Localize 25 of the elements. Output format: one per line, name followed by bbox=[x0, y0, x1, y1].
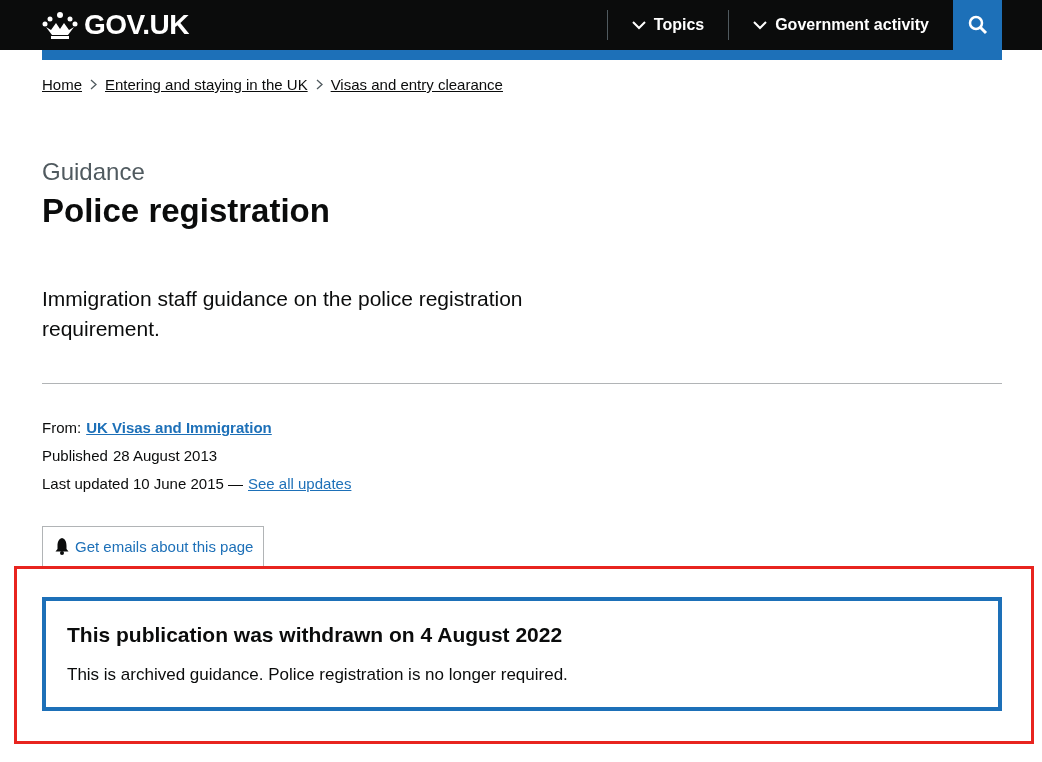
get-emails-button[interactable]: Get emails about this page bbox=[42, 526, 265, 566]
notice-text: This is archived guidance. Police registration is no longer required. bbox=[67, 665, 569, 685]
notice-title: This publication was withdrawn on 4 August 2022 bbox=[67, 623, 564, 647]
chevron-down-icon bbox=[753, 20, 768, 30]
published-label: Published bbox=[42, 446, 108, 466]
bell-icon bbox=[55, 538, 69, 555]
page-caption: Guidance bbox=[42, 158, 146, 186]
organisation-link[interactable]: UK Visas and Immigration bbox=[86, 414, 272, 442]
breadcrumb-link[interactable]: Visas and entry clearance bbox=[330, 76, 503, 93]
page-summary: Immigration staff guidance on the police registration requirement. bbox=[42, 286, 524, 342]
nav-menu-button[interactable]: Topics bbox=[606, 10, 729, 40]
from-label: From: bbox=[42, 418, 82, 438]
search-icon bbox=[967, 15, 988, 35]
chevron-right-icon bbox=[315, 79, 323, 90]
page-title: Police registration bbox=[42, 192, 331, 230]
crown-icon bbox=[42, 11, 78, 39]
breadcrumb-link[interactable]: Entering and staying in the UK bbox=[105, 76, 308, 93]
breadcrumb-link[interactable]: Home bbox=[42, 76, 82, 93]
last-updated-text: Last updated 10 June 2015 — bbox=[42, 474, 243, 494]
see-all-updates-link[interactable]: See all updates bbox=[248, 470, 352, 498]
chevron-down-icon bbox=[631, 20, 646, 30]
published-date: 28 August 2013 bbox=[112, 446, 218, 466]
search-button[interactable] bbox=[953, 0, 1002, 50]
govuk-logo[interactable]: GOV.UK bbox=[42, 9, 189, 41]
chevron-right-icon bbox=[90, 79, 97, 90]
